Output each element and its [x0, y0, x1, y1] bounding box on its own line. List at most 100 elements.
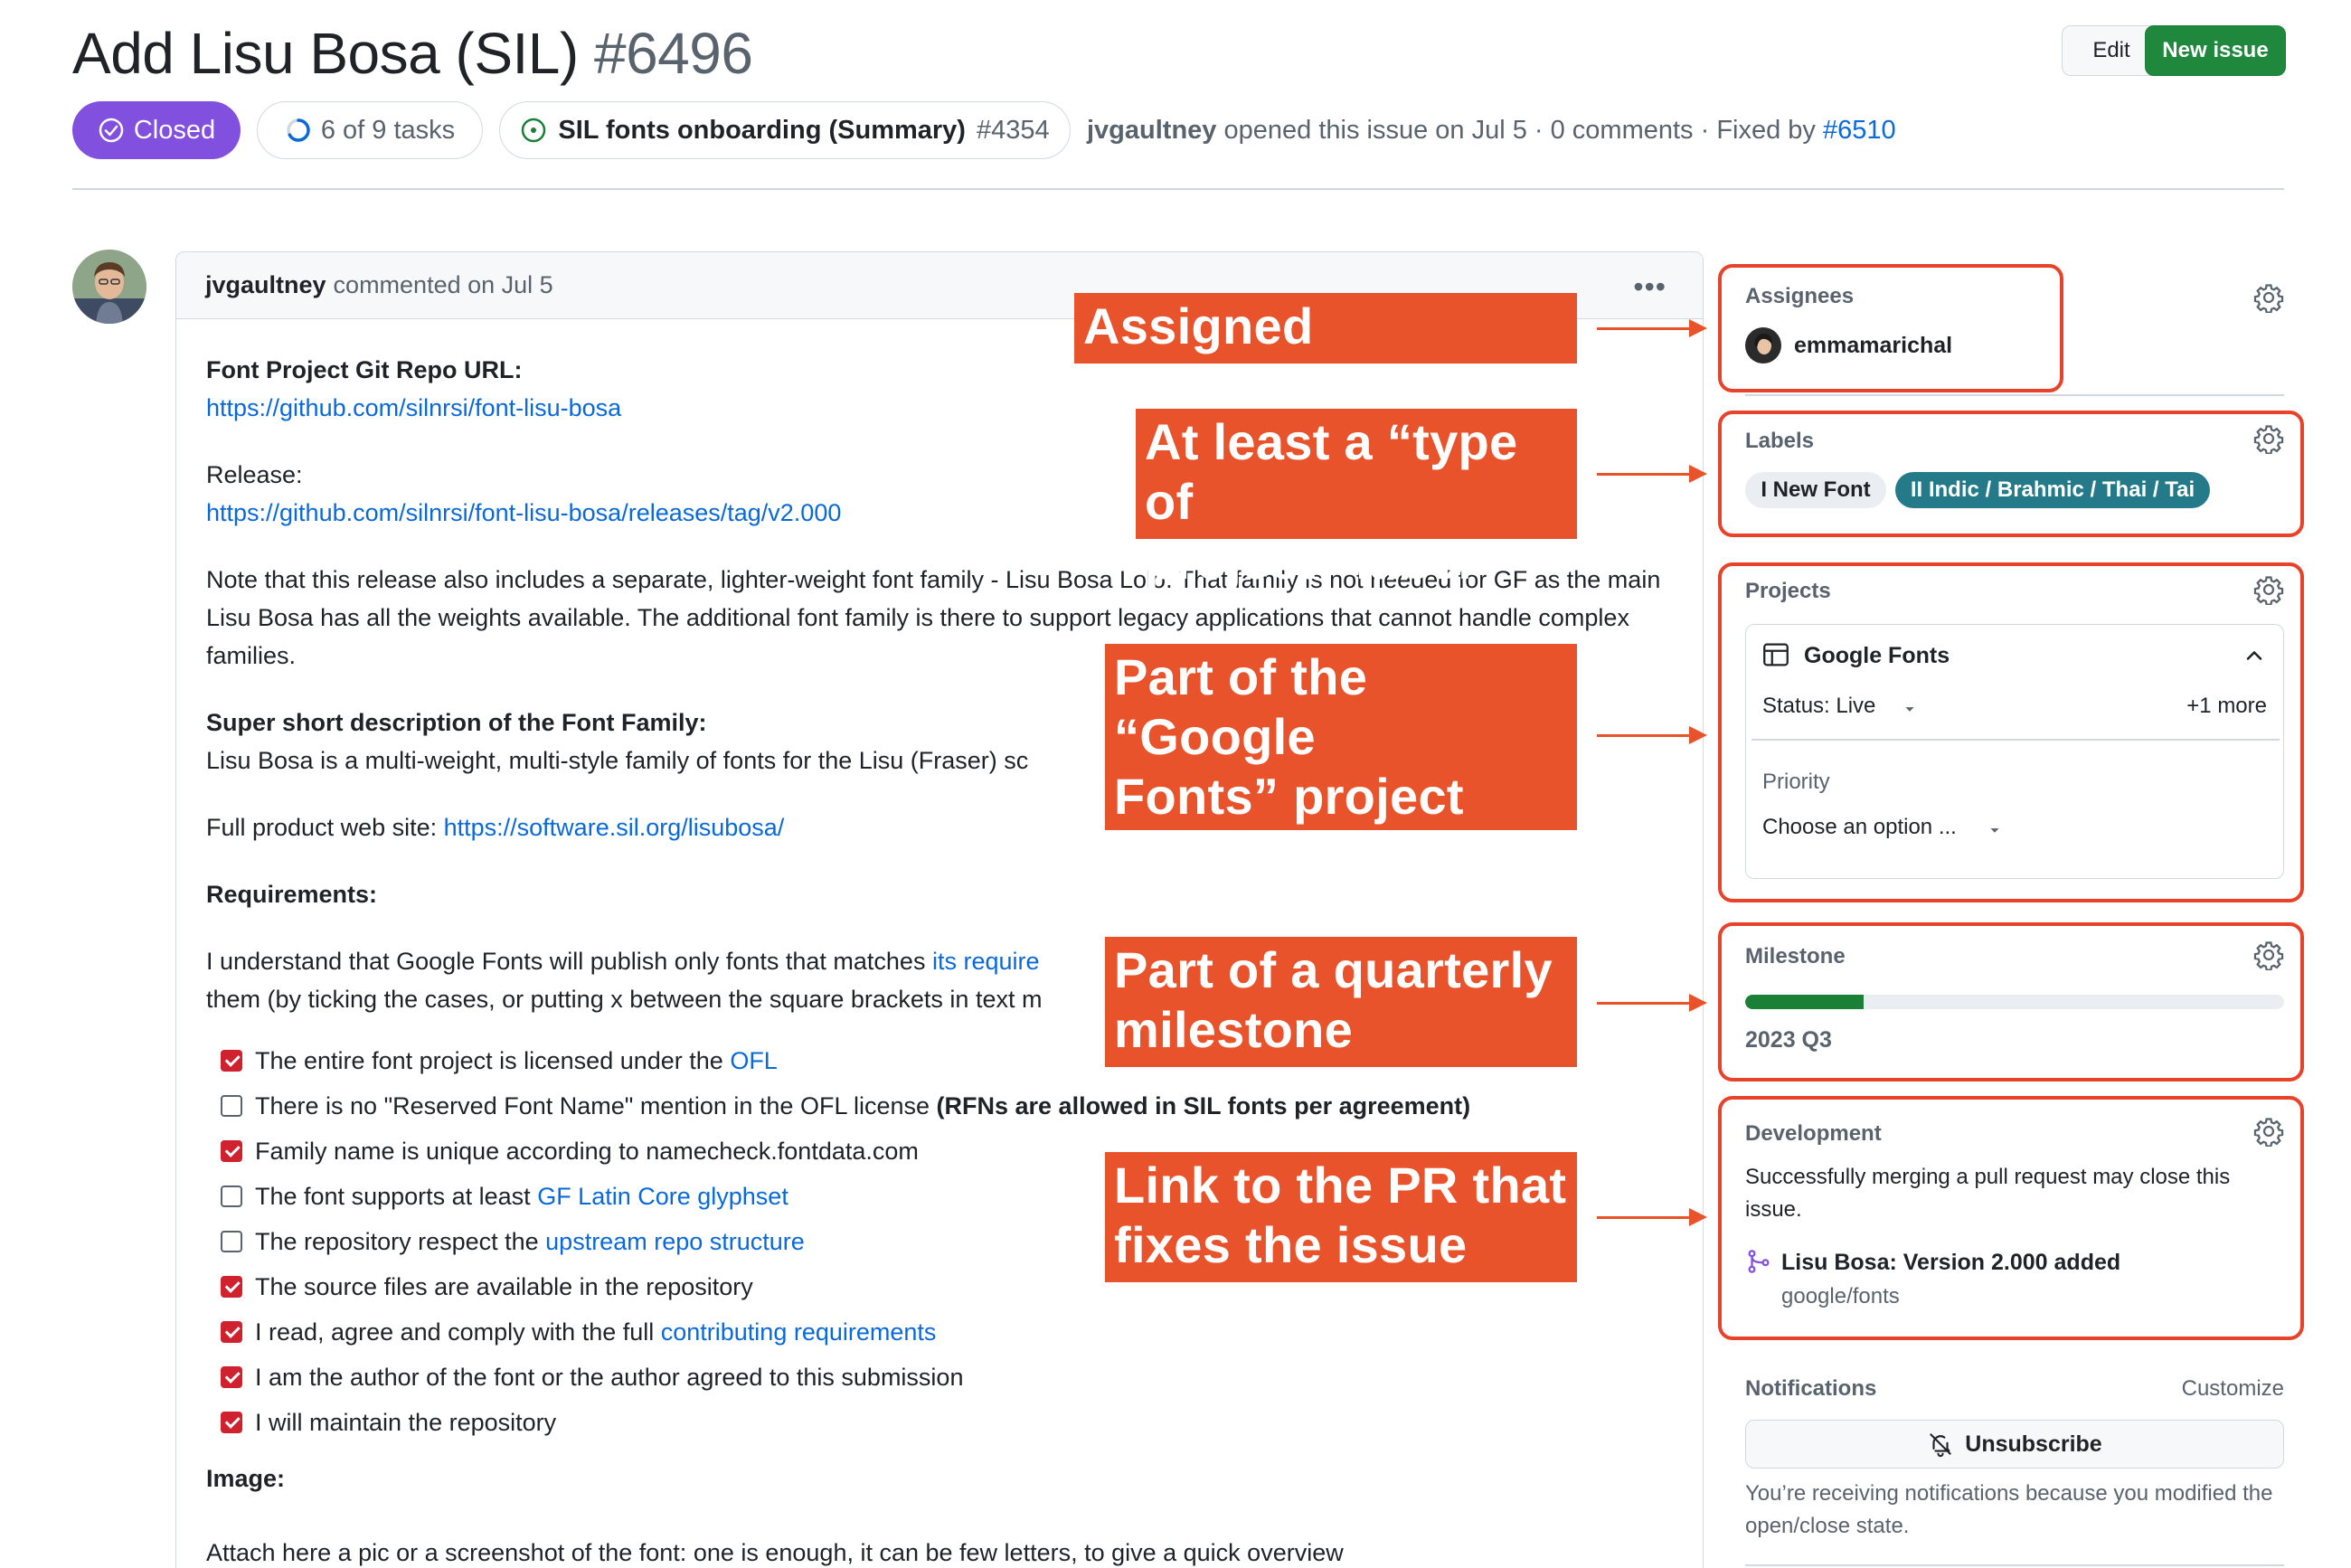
- label-new-font[interactable]: I New Font: [1745, 472, 1886, 508]
- project-card: Google Fonts Status: Live +1 more Priori…: [1745, 624, 2284, 879]
- customize-link[interactable]: Customize: [2182, 1376, 2284, 1402]
- parent-issue-pill[interactable]: SIL fonts onboarding (Summary) #4354: [499, 101, 1071, 159]
- labels-title[interactable]: Labels: [1745, 429, 1814, 454]
- assignees-title[interactable]: Assignees: [1745, 284, 1854, 309]
- fixed-by-link[interactable]: #6510: [1823, 116, 1896, 146]
- website-prefix: Full product web site:: [206, 814, 444, 841]
- website-link[interactable]: https://software.sil.org/lisubosa/: [444, 814, 785, 841]
- description-label: Super short description of the Font Fami…: [206, 709, 707, 736]
- issue-open-icon: [522, 118, 546, 143]
- project-status[interactable]: Status: Live: [1762, 694, 1875, 719]
- annotation-arrow-assignees: [1597, 319, 1707, 337]
- issue-author[interactable]: jvgaultney: [1087, 116, 1216, 146]
- checkbox-checked[interactable]: [221, 1412, 242, 1433]
- linked-pr-title[interactable]: Lisu Bosa: Version 2.000 added: [1781, 1250, 2120, 1276]
- unsubscribe-button[interactable]: Unsubscribe: [1745, 1420, 2284, 1469]
- annotation-project: Part of the “Google Fonts” project board: [1105, 644, 1577, 884]
- checklist-item: I will maintain the repository: [206, 1400, 1671, 1445]
- milestone-title[interactable]: Milestone: [1745, 944, 1846, 969]
- checklist-item-text: There is no "Reserved Font Name" mention…: [255, 1092, 937, 1119]
- checklist-item: There is no "Reserved Font Name" mention…: [206, 1083, 1671, 1129]
- checkbox-checked[interactable]: [221, 1050, 242, 1072]
- repo-url-link[interactable]: https://github.com/silnrsi/font-lisu-bos…: [206, 394, 621, 421]
- checklist-item-text: Family name is unique according to namec…: [255, 1138, 919, 1165]
- development-title[interactable]: Development: [1745, 1121, 1882, 1147]
- comment-author[interactable]: jvgaultney: [205, 271, 326, 299]
- checkbox-unchecked[interactable]: [221, 1231, 242, 1252]
- annotation-label-line-2: project” label: [1145, 533, 1473, 590]
- notifications-reason: You’re receiving notifications because y…: [1745, 1481, 2273, 1538]
- annotation-arrow-development: [1597, 1208, 1707, 1226]
- checkbox-unchecked[interactable]: [221, 1095, 242, 1117]
- linked-pr-repo[interactable]: google/fonts: [1781, 1284, 1900, 1309]
- checklist-item-link[interactable]: upstream repo structure: [545, 1223, 805, 1261]
- project-more[interactable]: +1 more: [2186, 694, 2267, 719]
- annotation-project-line-1: Part of the “Google: [1114, 648, 1368, 765]
- label-indic-brahmic[interactable]: II Indic / Brahmic / Thai / Tai: [1895, 472, 2210, 508]
- annotation-assigned: Assigned onboarder: [1074, 293, 1577, 414]
- tasks-label: 6 of 9 tasks: [320, 115, 456, 145]
- comment-meta: commented on Jul 5: [333, 271, 553, 298]
- annotation-pr-line-2: fixes the issue: [1114, 1216, 1468, 1273]
- notifications-title: Notifications: [1745, 1376, 1877, 1401]
- caret-down-icon[interactable]: [1900, 699, 1920, 719]
- checklist-item-link[interactable]: OFL: [730, 1042, 778, 1080]
- projects-title[interactable]: Projects: [1745, 579, 1831, 604]
- parent-issue-name: SIL fonts onboarding (Summary): [558, 115, 966, 145]
- labels-gear-icon[interactable]: [2253, 423, 2284, 454]
- checklist-item-text: The source files are available in the re…: [255, 1273, 753, 1300]
- issue-meta: jvgaultney opened this issue on Jul 5 · …: [1087, 101, 1896, 159]
- sidebar-separator: [1745, 394, 2284, 396]
- requirements-line-1: I understand that Google Fonts will publ…: [206, 948, 932, 975]
- state-label: Closed: [133, 115, 216, 145]
- project-name[interactable]: Google Fonts: [1804, 643, 1950, 669]
- more-options-icon[interactable]: •••: [1633, 270, 1666, 304]
- priority-label: Priority: [1762, 770, 1830, 794]
- checklist-item: I am the author of the font or the autho…: [206, 1355, 1671, 1400]
- chevron-up-icon[interactable]: [2242, 643, 2267, 668]
- release-url-link[interactable]: https://github.com/silnrsi/font-lisu-bos…: [206, 499, 841, 526]
- assignees-gear-icon[interactable]: [2253, 282, 2284, 313]
- checklist-item-text: The font supports at least: [255, 1183, 538, 1210]
- checkbox-checked[interactable]: [221, 1321, 242, 1343]
- project-divider: [1751, 739, 2280, 741]
- checklist-item-link[interactable]: contributing requirements: [661, 1313, 937, 1351]
- assignee-row[interactable]: emmamarichal: [1745, 327, 1952, 364]
- author-avatar[interactable]: [72, 250, 146, 324]
- milestone-name[interactable]: 2023 Q3: [1745, 1027, 1832, 1053]
- caret-down-icon[interactable]: [1985, 820, 2005, 840]
- development-gear-icon[interactable]: [2253, 1116, 2284, 1147]
- checklist-item-note: (RFNs are allowed in SIL fonts per agree…: [936, 1092, 1471, 1119]
- checklist-item-text: I read, agree and comply with the full: [255, 1318, 661, 1346]
- checkbox-checked[interactable]: [221, 1140, 242, 1162]
- development-text: Successfully merging a pull request may …: [1745, 1165, 2231, 1222]
- assignee-name: emmamarichal: [1794, 332, 1953, 358]
- milestone-progress-bar: [1745, 995, 2284, 1009]
- annotation-project-line-2: Fonts” project: [1114, 768, 1464, 825]
- checkbox-unchecked[interactable]: [221, 1185, 242, 1207]
- bell-slash-icon: [1930, 1433, 1951, 1458]
- checkbox-checked[interactable]: [221, 1366, 242, 1388]
- checklist-item-text: The repository respect the: [255, 1228, 546, 1255]
- checklist-item-link[interactable]: GF Latin Core glyphset: [537, 1177, 788, 1215]
- checklist-item-text: The entire font project is licensed unde…: [255, 1047, 731, 1074]
- issue-title: Add Lisu Bosa (SIL) #6496: [72, 20, 753, 87]
- check-circle-icon: [99, 118, 124, 143]
- header-divider: [72, 188, 2284, 190]
- requirements-link[interactable]: its require: [932, 948, 1040, 975]
- issue-opened-text: opened this issue on Jul 5 · 0 comments …: [1223, 115, 1816, 145]
- new-issue-button[interactable]: New issue: [2145, 25, 2286, 76]
- release-label: Release:: [206, 461, 303, 488]
- annotation-label: At least a “type of project” label: [1136, 409, 1577, 590]
- milestone-gear-icon[interactable]: [2253, 940, 2284, 970]
- checkbox-checked[interactable]: [221, 1276, 242, 1298]
- annotation-label-line-1: At least a “type of: [1145, 413, 1518, 530]
- issue-title-text: Add Lisu Bosa (SIL): [72, 21, 579, 86]
- projects-gear-icon[interactable]: [2253, 574, 2284, 605]
- priority-select[interactable]: Choose an option ...: [1762, 815, 1957, 840]
- annotation-milestone-line-2: milestone: [1114, 1001, 1354, 1058]
- annotation-arrow-projects: [1597, 726, 1707, 744]
- annotation-milestone: Part of a quarterly milestone: [1105, 937, 1577, 1067]
- merged-pr-icon: [1748, 1250, 1770, 1273]
- tasks-progress-pill[interactable]: 6 of 9 tasks: [257, 101, 483, 159]
